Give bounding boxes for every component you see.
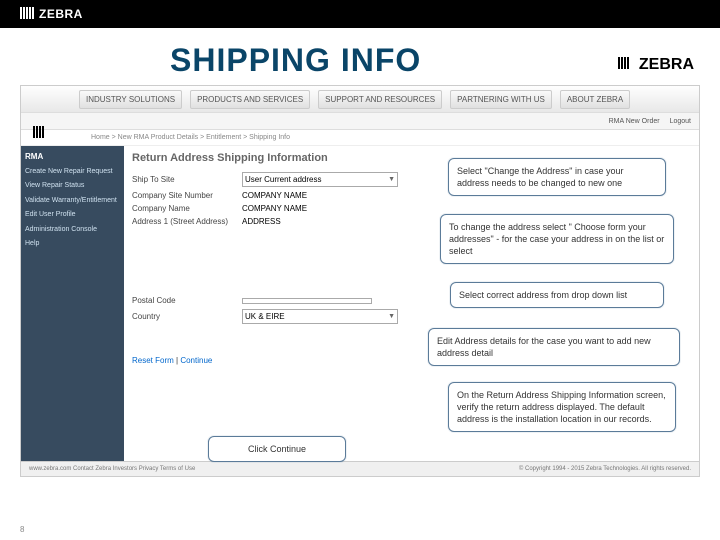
- label-csn: Company Site Number: [132, 191, 242, 200]
- sidebar-item[interactable]: Create New Repair Request: [25, 165, 120, 179]
- label-ship-to: Ship To Site: [132, 175, 242, 184]
- sidebar-heading: RMA: [25, 152, 120, 161]
- sidebar-item[interactable]: Help: [25, 237, 120, 251]
- nav-item[interactable]: SUPPORT AND RESOURCES: [318, 90, 442, 109]
- continue-link[interactable]: Continue: [180, 356, 212, 365]
- reset-link[interactable]: Reset Form: [132, 356, 174, 365]
- label-address1: Address 1 (Street Address): [132, 217, 242, 226]
- page-number: 8: [20, 525, 24, 534]
- footer-left: www.zebra.com Contact Zebra Investors Pr…: [29, 466, 195, 472]
- nav-item[interactable]: INDUSTRY SOLUTIONS: [79, 90, 182, 109]
- sidebar-item[interactable]: Validate Warranty/Entitlement: [25, 194, 120, 208]
- value-csn: COMPANY NAME: [242, 191, 307, 200]
- page-title: SHIPPING INFO: [0, 28, 720, 85]
- callout-change-address: Select "Change the Address" in case your…: [448, 158, 666, 196]
- postal-input[interactable]: [242, 298, 372, 304]
- sidebar-item[interactable]: View Repair Status: [25, 179, 120, 193]
- value-company-name: COMPANY NAME: [242, 204, 307, 213]
- footer: www.zebra.com Contact Zebra Investors Pr…: [21, 461, 699, 476]
- logout-link[interactable]: Logout: [670, 118, 691, 125]
- label-country: Country: [132, 312, 242, 321]
- site-logo: [33, 116, 73, 150]
- callout-verify-return: On the Return Address Shipping Informati…: [448, 382, 676, 432]
- ship-to-select[interactable]: User Current address: [242, 172, 398, 187]
- sidebar-item[interactable]: Administration Console: [25, 223, 120, 237]
- top-bar: ZEBRA: [0, 0, 720, 28]
- callout-choose-addresses: To change the address select " Choose fo…: [440, 214, 674, 264]
- value-address1: ADDRESS: [242, 217, 281, 226]
- nav-item[interactable]: ABOUT ZEBRA: [560, 90, 630, 109]
- callout-click-continue: Click Continue: [208, 436, 346, 462]
- barcode-icon: [33, 126, 45, 141]
- info-bar: RMA New Order Logout: [21, 113, 699, 130]
- label-company-name: Company Name: [132, 204, 242, 213]
- country-select[interactable]: UK & EIRE: [242, 309, 398, 324]
- callout-select-dropdown: Select correct address from drop down li…: [450, 282, 664, 308]
- footer-right: © Copyright 1994 - 2015 Zebra Technologi…: [519, 466, 691, 472]
- barcode-icon: [20, 7, 35, 22]
- site-nav: INDUSTRY SOLUTIONS PRODUCTS AND SERVICES…: [21, 86, 699, 113]
- label-postal: Postal Code: [132, 296, 242, 305]
- sidebar: RMA Create New Repair Request View Repai…: [21, 146, 124, 466]
- nav-item[interactable]: PARTNERING WITH US: [450, 90, 552, 109]
- zebra-logo-corner: ZEBRA: [618, 56, 694, 74]
- nav-item[interactable]: PRODUCTS AND SERVICES: [190, 90, 310, 109]
- callout-edit-address: Edit Address details for the case you wa…: [428, 328, 680, 366]
- sidebar-item[interactable]: Edit User Profile: [25, 208, 120, 222]
- brand-label: ZEBRA: [39, 7, 83, 21]
- zebra-logo: ZEBRA: [20, 7, 83, 22]
- barcode-icon: [618, 56, 630, 74]
- rma-new-link[interactable]: RMA New Order: [609, 118, 660, 125]
- breadcrumb: Home > New RMA Product Details > Entitle…: [21, 130, 699, 146]
